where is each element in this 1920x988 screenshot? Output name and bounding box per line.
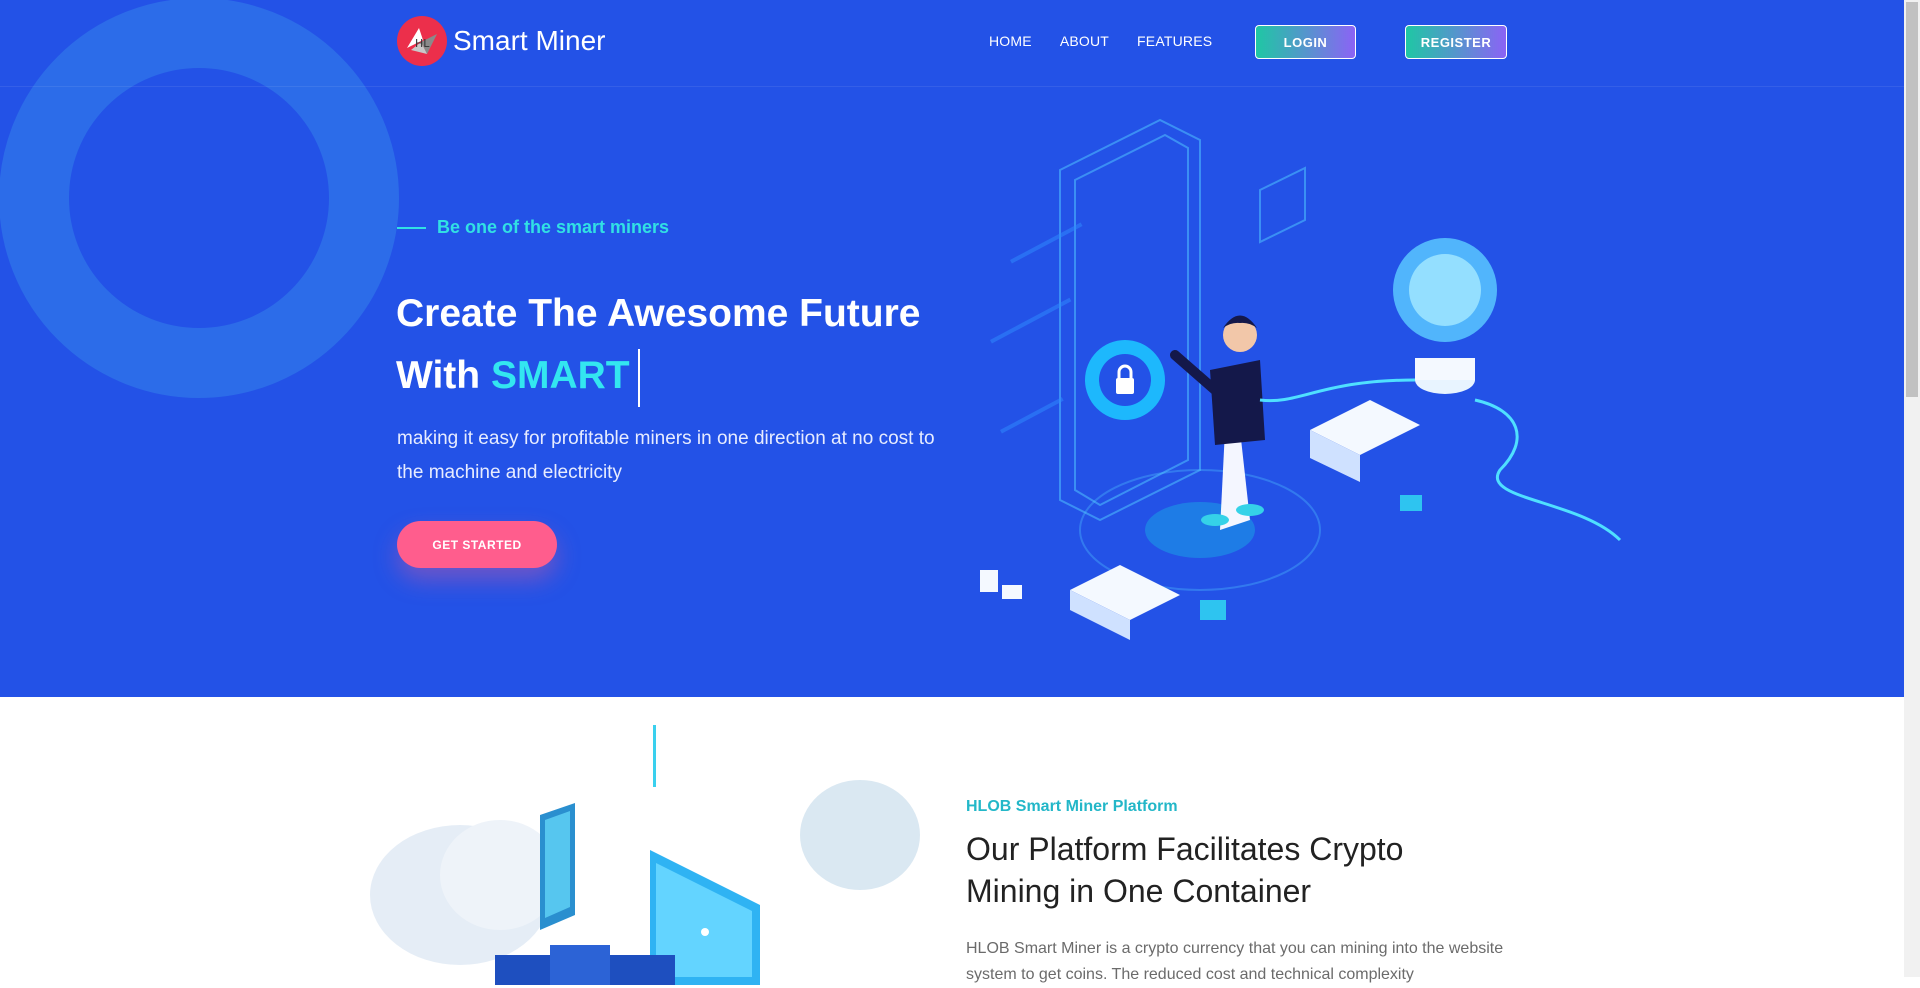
headline-line-2: With SMART [396,345,956,407]
scrollbar-thumb[interactable] [1906,2,1918,397]
hero-description: making it easy for profitable miners in … [397,428,935,483]
platform-kicker: HLOB Smart Miner Platform [966,798,1178,815]
platform-description: HLOB Smart Miner is a crypto currency th… [966,940,1504,983]
headline-accent: SMART [490,354,630,397]
platform-illustration [370,725,920,985]
typing-cursor [637,348,640,407]
kicker-text: Be one of the smart miners [437,217,670,237]
brand-name: Smart Miner [453,25,606,56]
get-started-button[interactable]: GET STARTED [397,521,557,568]
platform-title: Our Platform Facilitates Crypto Mining i… [966,831,1404,909]
hero-illustration [980,118,1622,640]
hero-section: HL Smart Miner HOME ABOUT FEATURES LOGIN… [0,0,1904,697]
register-button[interactable]: REGISTER [1405,25,1507,59]
logo-icon: HL [397,16,447,66]
hero-headline: Create The Awesome Future With SMART [396,283,956,407]
main-nav: HOME ABOUT FEATURES [989,33,1240,49]
headline-prefix: With [396,354,481,397]
nav-home[interactable]: HOME [989,33,1032,49]
nav-features[interactable]: FEATURES [1137,33,1212,49]
hero-kicker: Be one of the smart miners [397,217,669,238]
svg-text:HL: HL [415,37,430,50]
decorative-ring [0,0,399,398]
login-button[interactable]: LOGIN [1255,25,1356,59]
nav-about[interactable]: ABOUT [1060,33,1109,49]
kicker-line [397,226,426,229]
headline-line-1: Create The Awesome Future [396,292,921,335]
brand-logo[interactable]: HL Smart Miner [397,16,605,66]
header-divider [0,86,1904,87]
